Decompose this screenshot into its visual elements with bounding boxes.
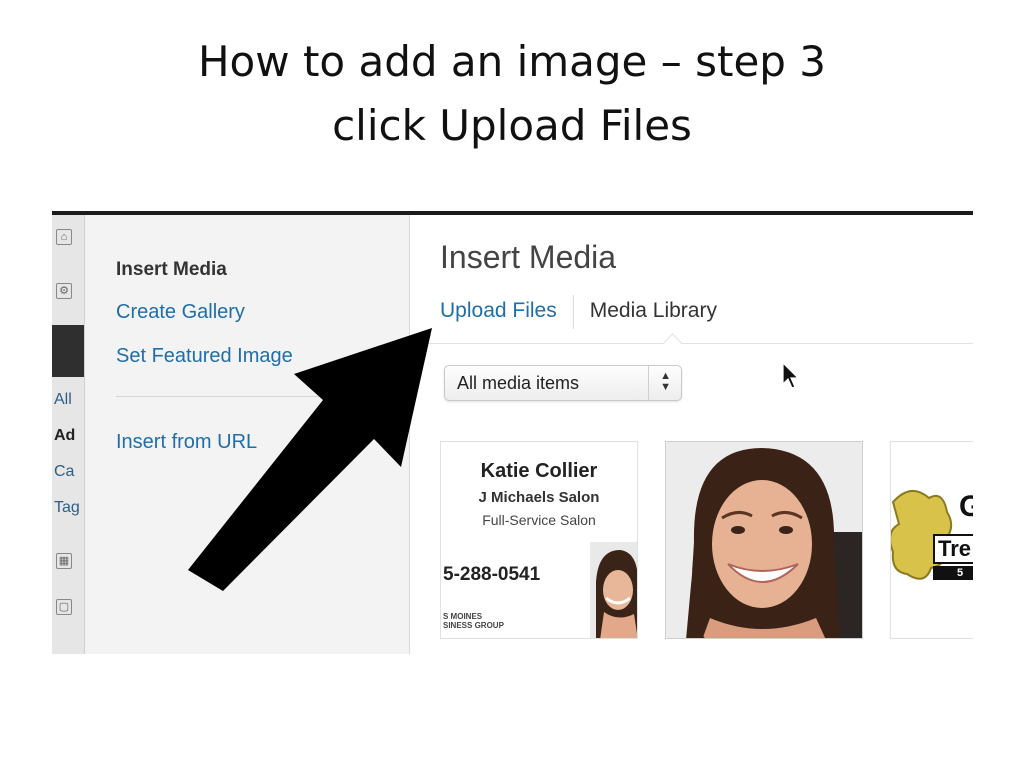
card-service: Full-Service Salon xyxy=(482,512,596,528)
slide-title-line1: How to add an image – step 3 xyxy=(197,37,827,86)
slide-title: How to add an image – step 3 click Uploa… xyxy=(0,30,1024,158)
card-portrait-image xyxy=(590,542,637,638)
attachment-portrait-photo[interactable] xyxy=(665,441,863,639)
card-salon: J Michaels Salon xyxy=(478,489,600,506)
card-name: Katie Collier xyxy=(480,460,598,482)
sidebar-label-categories[interactable]: Ca xyxy=(54,463,74,481)
sidebar-label-add[interactable]: Ad xyxy=(54,427,75,445)
media-router-tabs: Upload Files Media Library xyxy=(440,295,717,329)
menu-separator xyxy=(116,396,396,397)
menu-set-featured-image[interactable]: Set Featured Image xyxy=(116,345,293,368)
screenshot: ⌂ ⚙ All Ad Ca Tag ▦ ▢ Insert Media Creat… xyxy=(52,211,973,654)
sidebar-label-all[interactable]: All xyxy=(54,391,72,409)
attachment-business-card[interactable]: Katie Collier J Michaels Salon Full-Serv… xyxy=(440,441,638,639)
menu-insert-media[interactable]: Insert Media xyxy=(116,259,227,281)
select-divider xyxy=(648,366,649,400)
sidebar-active-item xyxy=(52,325,84,377)
filter-selected-value: All media items xyxy=(457,373,580,393)
cursor-icon xyxy=(782,362,800,389)
media-frame-title: Insert Media xyxy=(440,239,617,275)
sidebar-label-tags[interactable]: Tag xyxy=(54,499,80,517)
menu-create-gallery[interactable]: Create Gallery xyxy=(116,301,245,324)
tab-media-library[interactable]: Media Library xyxy=(574,299,717,323)
attachment-logo[interactable]: G Tre 5 xyxy=(890,441,973,639)
media-frame-content: Insert Media Upload Files Media Library A… xyxy=(409,215,973,654)
media-filter-select[interactable]: All media items ▲ ▼ xyxy=(444,365,682,401)
media-frame-menu: Insert Media Create Gallery Set Featured… xyxy=(85,215,409,654)
logo-word: Tre xyxy=(933,534,973,564)
wp-admin-sidebar-edge: ⌂ ⚙ All Ad Ca Tag ▦ ▢ xyxy=(52,215,85,654)
menu-insert-from-url[interactable]: Insert from URL xyxy=(116,431,257,454)
dashboard-icon: ⌂ xyxy=(56,229,72,245)
card-phone: 5-288-0541 xyxy=(443,564,541,585)
media-icon: ▦ xyxy=(56,553,72,569)
router-divider-line xyxy=(410,343,973,344)
select-arrows-icon: ▲ ▼ xyxy=(660,370,671,393)
settings-icon: ⚙ xyxy=(56,283,72,299)
logo-bar: 5 xyxy=(933,566,973,580)
active-tab-notch xyxy=(663,333,682,352)
card-group-logo: S MOINES SINESS GROUP xyxy=(443,612,504,630)
portrait-image xyxy=(666,442,862,638)
slide-title-line2: click Upload Files xyxy=(332,101,692,150)
pages-icon: ▢ xyxy=(56,599,72,615)
logo-letter: G xyxy=(959,490,973,524)
tab-upload-files[interactable]: Upload Files xyxy=(440,299,573,323)
